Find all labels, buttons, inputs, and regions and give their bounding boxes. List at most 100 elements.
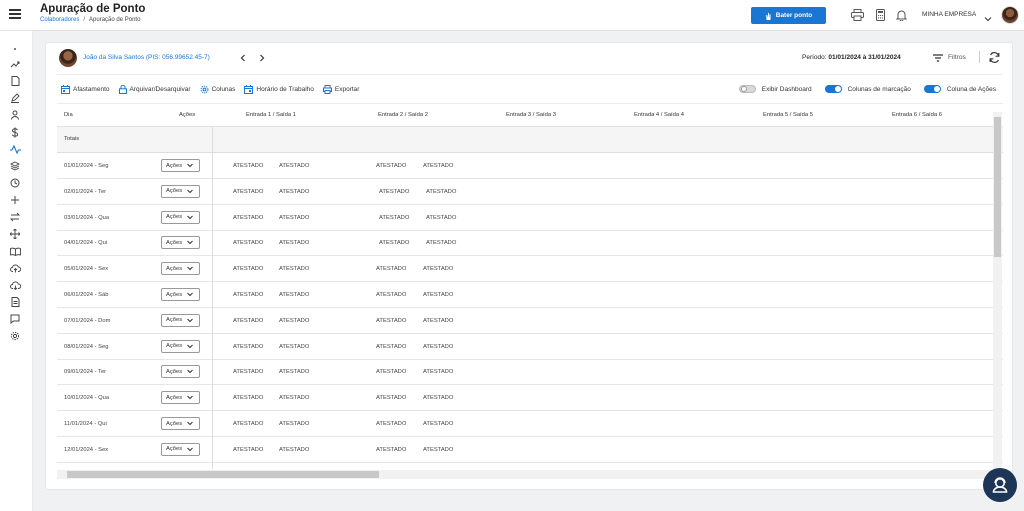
exit-cell[interactable]: ATESTADO bbox=[279, 292, 309, 298]
exit-cell[interactable]: ATESTADO bbox=[279, 266, 309, 272]
bell-icon[interactable] bbox=[895, 8, 908, 21]
exit-cell[interactable]: ATESTADO bbox=[426, 215, 456, 221]
entry-cell[interactable]: ATESTADO bbox=[233, 163, 263, 169]
entry-cell[interactable]: ATESTADO bbox=[379, 240, 409, 246]
plus-icon[interactable] bbox=[9, 194, 21, 206]
exit-cell[interactable]: ATESTADO bbox=[423, 163, 453, 169]
entry-cell[interactable]: ATESTADO bbox=[233, 266, 263, 272]
menu-icon[interactable] bbox=[9, 9, 21, 19]
switch-on[interactable] bbox=[824, 85, 842, 93]
entry-cell[interactable]: ATESTADO bbox=[376, 369, 406, 375]
entry-cell[interactable]: ATESTADO bbox=[376, 292, 406, 298]
toolbar-afastamento[interactable]: Afastamento bbox=[61, 84, 110, 94]
entry-cell[interactable]: ATESTADO bbox=[233, 344, 263, 350]
exit-cell[interactable]: ATESTADO bbox=[279, 395, 309, 401]
edit-icon[interactable] bbox=[9, 92, 21, 104]
toggle-dashboard[interactable]: Exibir Dashboard bbox=[738, 85, 812, 93]
actions-dropdown[interactable]: Ações bbox=[161, 262, 200, 276]
exit-cell[interactable]: ATESTADO bbox=[279, 369, 309, 375]
actions-dropdown[interactable]: Ações bbox=[161, 442, 200, 456]
exit-cell[interactable]: ATESTADO bbox=[279, 344, 309, 350]
document-icon[interactable] bbox=[9, 75, 21, 87]
exit-cell[interactable]: ATESTADO bbox=[423, 344, 453, 350]
entry-cell[interactable]: ATESTADO bbox=[233, 395, 263, 401]
actions-dropdown[interactable]: Ações bbox=[161, 339, 200, 353]
actions-dropdown[interactable]: Ações bbox=[161, 313, 200, 327]
entry-cell[interactable]: ATESTADO bbox=[233, 240, 263, 246]
entry-cell[interactable]: ATESTADO bbox=[233, 215, 263, 221]
transfer-icon[interactable] bbox=[9, 211, 21, 223]
entry-cell[interactable]: ATESTADO bbox=[233, 421, 263, 427]
toggle-actions-column[interactable]: Coluna de Ações bbox=[923, 85, 996, 93]
horizontal-scroll-thumb[interactable] bbox=[67, 471, 379, 478]
horizontal-scrollbar[interactable] bbox=[57, 470, 994, 479]
punch-clock-button[interactable]: Bater ponto bbox=[751, 7, 826, 24]
actions-dropdown[interactable]: Ações bbox=[161, 210, 200, 224]
entry-cell[interactable]: ATESTADO bbox=[376, 266, 406, 272]
actions-dropdown[interactable]: Ações bbox=[161, 236, 200, 250]
entry-cell[interactable]: ATESTADO bbox=[233, 189, 263, 195]
exit-cell[interactable]: ATESTADO bbox=[426, 240, 456, 246]
filters-button[interactable]: Filtros bbox=[933, 52, 966, 63]
column-header-entrada-6[interactable]: Entrada 6 / Saída 6 bbox=[892, 112, 942, 118]
entry-cell[interactable]: ATESTADO bbox=[376, 318, 406, 324]
exit-cell[interactable]: ATESTADO bbox=[279, 421, 309, 427]
exit-cell[interactable]: ATESTADO bbox=[279, 215, 309, 221]
book-icon[interactable] bbox=[9, 245, 21, 257]
entry-cell[interactable]: ATESTADO bbox=[376, 421, 406, 427]
cloud-upload-icon[interactable] bbox=[9, 262, 21, 274]
switch-off[interactable] bbox=[738, 85, 756, 93]
company-name[interactable]: MINHA EMPRESA bbox=[922, 11, 976, 18]
layers-icon[interactable] bbox=[9, 160, 21, 172]
column-header-entrada-1[interactable]: Entrada 1 / Saída 1 bbox=[246, 112, 296, 118]
settings-icon[interactable] bbox=[9, 330, 21, 342]
entry-cell[interactable]: ATESTADO bbox=[233, 318, 263, 324]
actions-dropdown[interactable]: Ações bbox=[161, 184, 200, 198]
switch-on[interactable] bbox=[923, 85, 941, 93]
column-header-entrada-3[interactable]: Entrada 3 / Saída 3 bbox=[506, 112, 556, 118]
exit-cell[interactable]: ATESTADO bbox=[279, 447, 309, 453]
prev-employee-icon[interactable] bbox=[238, 53, 248, 63]
trend-icon[interactable] bbox=[9, 58, 21, 70]
exit-cell[interactable]: ATESTADO bbox=[279, 318, 309, 324]
exit-cell[interactable]: ATESTADO bbox=[423, 395, 453, 401]
exit-cell[interactable]: ATESTADO bbox=[279, 240, 309, 246]
entry-cell[interactable]: ATESTADO bbox=[376, 344, 406, 350]
entry-cell[interactable]: ATESTADO bbox=[233, 447, 263, 453]
exit-cell[interactable]: ATESTADO bbox=[279, 189, 309, 195]
entry-cell[interactable]: ATESTADO bbox=[376, 163, 406, 169]
entry-cell[interactable]: ATESTADO bbox=[376, 395, 406, 401]
chevron-down-icon[interactable] bbox=[984, 10, 992, 28]
calculator-icon[interactable] bbox=[874, 8, 887, 21]
actions-dropdown[interactable]: Ações bbox=[161, 288, 200, 301]
entry-cell[interactable]: ATESTADO bbox=[233, 292, 263, 298]
column-header-entrada-5[interactable]: Entrada 5 / Saída 5 bbox=[763, 112, 813, 118]
clock-icon[interactable] bbox=[9, 177, 21, 189]
breadcrumb-link-colaboradores[interactable]: Colaboradores bbox=[40, 17, 79, 23]
actions-dropdown[interactable]: Ações bbox=[161, 365, 200, 379]
column-header-dia[interactable]: Dia bbox=[64, 112, 73, 118]
next-employee-icon[interactable] bbox=[257, 53, 267, 63]
exit-cell[interactable]: ATESTADO bbox=[426, 189, 456, 195]
toolbar-exportar[interactable]: Exportar bbox=[322, 84, 359, 94]
vertical-scrollbar[interactable] bbox=[993, 112, 1002, 469]
entry-cell[interactable]: ATESTADO bbox=[379, 189, 409, 195]
exit-cell[interactable]: ATESTADO bbox=[423, 266, 453, 272]
pulse-icon[interactable] bbox=[9, 143, 21, 155]
help-chat-button[interactable] bbox=[983, 468, 1017, 502]
cloud-download-icon[interactable] bbox=[9, 279, 21, 291]
entry-cell[interactable]: ATESTADO bbox=[233, 369, 263, 375]
employee-name[interactable]: João da Silva Santos (PIS: 056.99652.45-… bbox=[83, 54, 210, 61]
refresh-icon[interactable] bbox=[988, 51, 1001, 64]
print-icon[interactable] bbox=[851, 8, 864, 21]
toolbar-horario[interactable]: Horário de Trabalho bbox=[244, 84, 314, 94]
toggle-marcacao-columns[interactable]: Colunas de marcação bbox=[824, 85, 911, 93]
toolbar-colunas[interactable]: Colunas bbox=[200, 85, 235, 94]
entry-cell[interactable]: ATESTADO bbox=[379, 215, 409, 221]
actions-dropdown[interactable]: Ações bbox=[161, 417, 200, 430]
actions-dropdown[interactable]: Ações bbox=[161, 159, 200, 172]
move-icon[interactable] bbox=[9, 228, 21, 240]
exit-cell[interactable]: ATESTADO bbox=[423, 447, 453, 453]
dollar-icon[interactable] bbox=[9, 126, 21, 138]
exit-cell[interactable]: ATESTADO bbox=[423, 421, 453, 427]
